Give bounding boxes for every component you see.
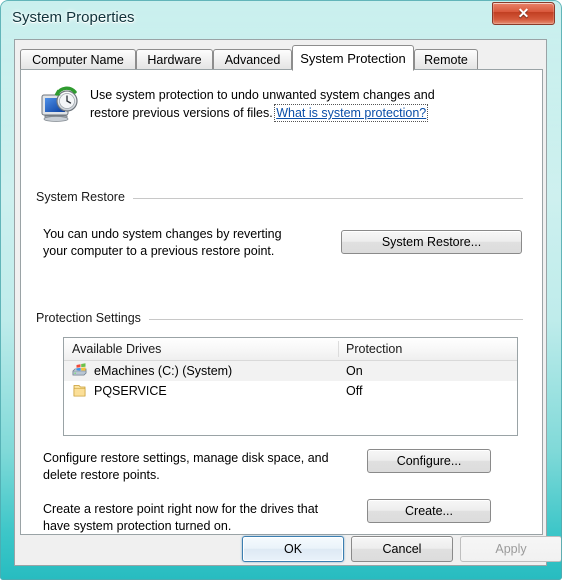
tab-advanced[interactable]: Advanced	[213, 49, 292, 70]
system-restore-group-label: System Restore	[36, 190, 133, 204]
title-bar[interactable]: System Properties ✕	[0, 0, 562, 42]
close-icon: ✕	[517, 5, 530, 21]
table-row[interactable]: PQSERVICE Off	[64, 381, 517, 401]
header-description: Use system protection to undo unwanted s…	[90, 86, 500, 122]
dialog-client-area: Computer Name Hardware Advanced System P…	[14, 39, 562, 566]
cancel-button[interactable]: Cancel	[351, 536, 453, 562]
tab-label: System Protection	[300, 50, 406, 66]
system-restore-desc-line-1: You can undo system changes by reverting	[43, 227, 282, 241]
header-line-2: restore previous versions of files.	[90, 106, 273, 120]
column-header-label: Protection	[346, 342, 403, 356]
column-header-available-drives[interactable]: Available Drives	[64, 338, 338, 360]
tab-strip: Computer Name Hardware Advanced System P…	[20, 45, 543, 71]
tab-label: Advanced	[224, 53, 281, 67]
drive-protection-status: On	[346, 364, 363, 378]
apply-button: Apply	[460, 536, 562, 562]
system-restore-desc-line-2: your computer to a previous restore poin…	[43, 244, 275, 258]
dialog-footer: OK Cancel Apply	[20, 536, 562, 562]
what-is-system-protection-link[interactable]: What is system protection?	[274, 104, 429, 122]
configure-description: Configure restore settings, manage disk …	[43, 450, 373, 484]
table-row[interactable]: eMachines (C:) (System) On	[64, 361, 517, 381]
button-label: OK	[283, 542, 303, 556]
system-drive-icon	[72, 363, 87, 376]
protection-settings-group-label: Protection Settings	[36, 311, 149, 325]
configure-button[interactable]: Configure...	[367, 449, 491, 473]
tab-label: Remote	[424, 53, 468, 67]
create-description: Create a restore point right now for the…	[43, 501, 373, 535]
configure-desc-line-2: delete restore points.	[43, 468, 160, 482]
system-restore-icon	[41, 86, 78, 122]
button-label: Create...	[405, 504, 453, 518]
button-label: System Restore...	[381, 235, 482, 249]
listview-header-row: Available Drives Protection	[64, 338, 517, 361]
tab-remote[interactable]: Remote	[414, 49, 478, 70]
drive-protection-status: Off	[346, 384, 363, 398]
create-desc-line-1: Create a restore point right now for the…	[43, 502, 319, 516]
tab-hardware[interactable]: Hardware	[136, 49, 213, 70]
tab-computer-name[interactable]: Computer Name	[20, 49, 136, 70]
button-label: Cancel	[382, 542, 422, 556]
create-button[interactable]: Create...	[367, 499, 491, 523]
system-restore-description: You can undo system changes by reverting…	[43, 226, 333, 260]
create-desc-line-2: have system protection turned on.	[43, 519, 232, 533]
button-label: Configure...	[396, 454, 462, 468]
window-title: System Properties	[12, 9, 135, 26]
ok-button[interactable]: OK	[242, 536, 344, 562]
available-drives-listview[interactable]: Available Drives Protection eMachines (C…	[63, 337, 518, 436]
header-line-1: Use system protection to undo unwanted s…	[90, 88, 435, 102]
drive-name: PQSERVICE	[94, 384, 167, 398]
folder-drive-icon	[73, 385, 86, 397]
drive-name: eMachines (C:) (System)	[94, 364, 233, 378]
close-button[interactable]: ✕	[492, 2, 555, 25]
tab-system-protection[interactable]: System Protection	[292, 45, 414, 71]
column-header-label: Available Drives	[72, 342, 162, 356]
system-properties-window: System Properties ✕ Computer Name Hardwa…	[0, 0, 562, 580]
tab-label: Hardware	[147, 53, 202, 67]
button-label: Apply	[495, 542, 527, 556]
tab-label: Computer Name	[32, 53, 124, 67]
column-header-protection[interactable]: Protection	[338, 338, 517, 360]
configure-desc-line-1: Configure restore settings, manage disk …	[43, 451, 329, 465]
system-restore-button[interactable]: System Restore...	[341, 230, 522, 254]
